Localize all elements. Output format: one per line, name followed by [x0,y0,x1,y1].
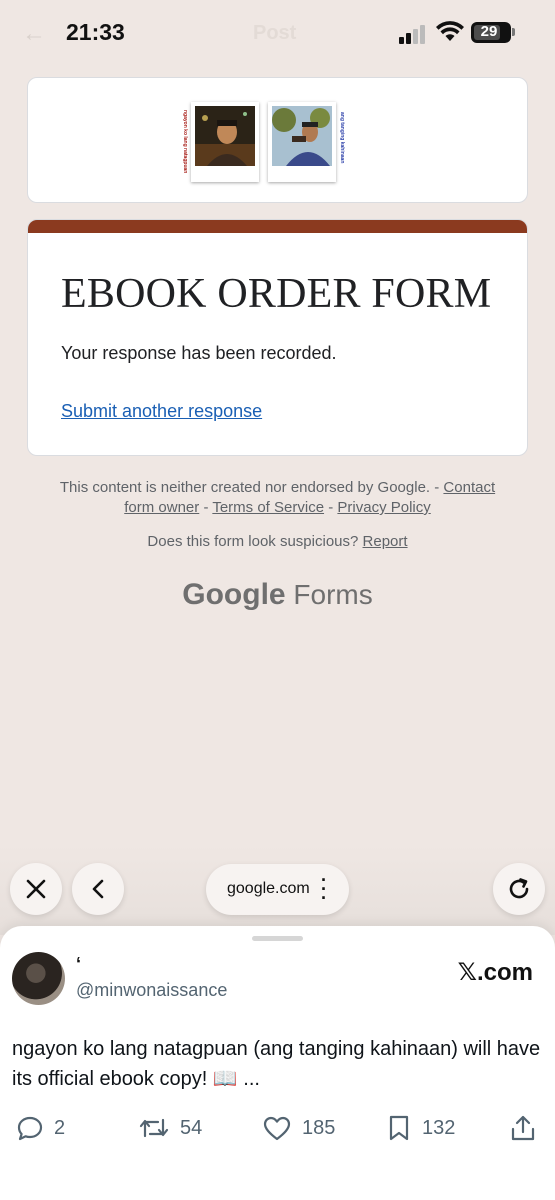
bookmark-icon [389,1115,409,1141]
battery-nub [512,28,515,36]
left-caption: ngayon ko lang natagpuan [182,110,188,174]
polaroid-photo-left [191,102,259,182]
contact-form-owner-link-part2[interactable]: form owner [124,499,199,516]
form-title: EBOOK ORDER FORM [61,271,492,317]
privacy-policy-link[interactable]: Privacy Policy [337,499,430,516]
browser-back-button[interactable] [72,863,124,915]
form-header-image: ngayon ko lang natagpuan ang tanging kah… [27,77,528,203]
bookmark-count: 132 [422,1116,456,1139]
bookmark-button[interactable]: 132 [386,1114,455,1142]
forms-wordmark: Forms [293,579,373,610]
avatar[interactable] [12,952,65,1005]
share-icon [511,1115,535,1141]
sheet-drag-handle[interactable] [252,936,303,941]
form-confirmation-card: EBOOK ORDER FORM Your response has been … [27,219,528,456]
status-bar: ← Post 21:33 29 [0,0,555,66]
suspicious-text: Does this form look suspicious? [147,533,359,550]
reload-button[interactable] [493,863,545,915]
reply-button[interactable]: 2 [16,1114,65,1142]
retweet-count: 54 [180,1116,203,1139]
terms-of-service-link[interactable]: Terms of Service [212,499,324,516]
submit-another-response-link[interactable]: Submit another response [61,401,262,422]
photo-right [272,106,332,166]
separator: - [328,499,334,516]
x-com-logo[interactable]: 𝕏.com [458,958,533,987]
status-time: 21:33 [66,19,125,45]
share-button[interactable] [510,1114,536,1142]
like-button[interactable]: 185 [262,1114,335,1142]
response-recorded-message: Your response has been recorded. [61,343,337,363]
battery-icon: 29 [471,22,511,43]
background-title: Post [253,22,297,44]
form-accent-bar [28,220,527,233]
photo-left [195,106,255,166]
tweet-text[interactable]: ngayon ko lang natagpuan (ang tanging ka… [12,1034,542,1094]
google-forms-logo[interactable]: Google Forms [0,578,555,612]
right-caption: ang tanging kahinaan [339,112,345,164]
reply-count: 2 [54,1116,66,1139]
suspicious-form-line: Does this form look suspicious? Report [0,533,555,550]
battery-level: 29 [480,23,498,40]
background-back-icon: ← [22,20,46,47]
google-disclaimer: This content is neither created nor endo… [40,478,515,518]
separator: - [203,499,209,516]
heart-icon [263,1116,291,1141]
url-bar[interactable]: google.com · · · [206,864,349,915]
like-count: 185 [302,1116,336,1139]
disclaimer-text: This content is neither created nor endo… [59,479,440,496]
polaroid-photo-right [268,102,336,182]
retweet-button[interactable]: 54 [138,1114,202,1142]
close-browser-button[interactable] [10,863,62,915]
google-wordmark: Google [182,578,286,611]
reload-icon [509,878,529,899]
tweet-preview-sheet: ‘ @minwonaissance 𝕏.com ngayon ko lang n… [0,926,555,1200]
more-vertical-icon[interactable]: · · · [321,871,327,907]
wifi-icon [436,21,464,41]
close-icon [26,879,46,899]
contact-form-owner-link-part1[interactable]: Contact [443,479,495,496]
report-link[interactable]: Report [363,533,408,550]
username[interactable]: @minwonaissance [76,980,227,1001]
cellular-signal-icon [399,24,429,44]
back-chevron-icon [92,879,104,899]
reply-icon [17,1116,43,1141]
retweet-icon [139,1118,169,1138]
url-text: google.com [227,880,310,897]
display-name[interactable]: ‘ [76,954,81,975]
